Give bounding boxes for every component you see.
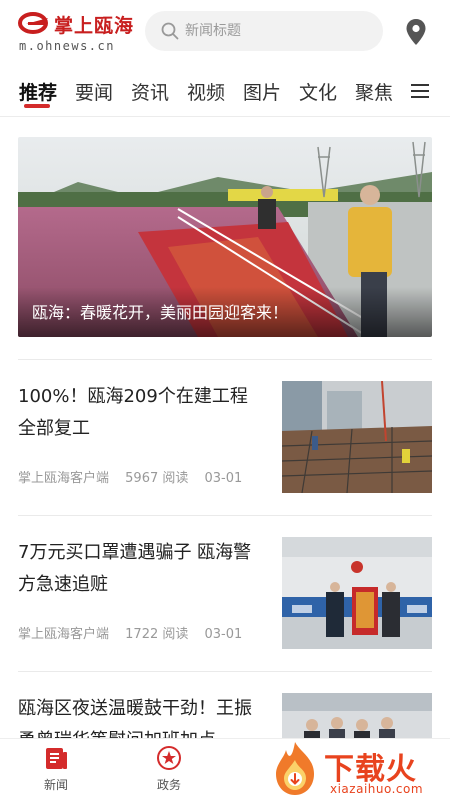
logo-url: m.ohnews.cn — [19, 39, 115, 53]
tab-culture[interactable]: 文化 — [299, 78, 337, 105]
watermark: 下载火 xiazaihuo.com — [268, 740, 450, 800]
flame-logo-icon — [276, 742, 314, 795]
news-meta: 掌上瓯海客户端 1722 阅读 03-01 — [18, 623, 254, 642]
app-logo[interactable]: 掌上瓯海 m.ohnews.cn — [18, 10, 133, 54]
tab-recommend[interactable]: 推荐 — [19, 78, 57, 105]
tab-info[interactable]: 资讯 — [131, 78, 169, 105]
list-divider — [18, 515, 432, 516]
watermark-subtext: xiazaihuo.com — [330, 782, 424, 796]
list-divider — [18, 671, 432, 672]
logo-title: 掌上瓯海 — [54, 15, 135, 37]
search-input[interactable] — [185, 17, 370, 45]
news-thumbnail — [282, 381, 432, 493]
nav-government[interactable]: 政务 — [139, 745, 199, 797]
news-item[interactable]: 7万元买口罩遭遇骗子 瓯海警方急速追赃 掌上瓯海客户端 1722 阅读 03-0… — [18, 537, 432, 649]
news-date: 03-01 — [204, 627, 243, 642]
tab-video[interactable]: 视频 — [187, 78, 225, 105]
nav-news-label: 新闻 — [43, 778, 68, 792]
search-bar[interactable] — [145, 11, 383, 51]
tabs-divider — [0, 116, 450, 117]
list-divider — [18, 359, 432, 360]
nav-news[interactable]: 新闻 — [26, 745, 86, 797]
news-icon — [46, 748, 67, 769]
active-tab-indicator — [24, 104, 50, 108]
news-title: 100%！瓯海209个在建工程全部复工 — [18, 386, 248, 439]
news-reads: 5967 阅读 — [125, 471, 189, 486]
news-title: 7万元买口罩遭遇骗子 瓯海警方急速追赃 — [18, 542, 252, 595]
feature-banner[interactable]: 瓯海：春暖花开，美丽田园迎客来！ — [18, 137, 432, 337]
government-icon — [157, 746, 181, 770]
menu-icon[interactable] — [410, 83, 430, 99]
news-date: 03-01 — [204, 471, 243, 486]
news-source: 掌上瓯海客户端 — [18, 627, 110, 642]
tab-focus[interactable]: 聚焦 — [355, 78, 393, 105]
news-item[interactable]: 100%！瓯海209个在建工程全部复工 掌上瓯海客户端 5967 阅读 03-0… — [18, 381, 432, 493]
search-icon — [161, 22, 179, 40]
nav-government-label: 政务 — [156, 778, 181, 792]
feature-caption: 瓯海：春暖花开，美丽田园迎客来！ — [32, 303, 289, 322]
location-pin-icon[interactable] — [405, 18, 427, 46]
logo-mark-icon — [18, 12, 48, 34]
news-meta: 掌上瓯海客户端 5967 阅读 03-01 — [18, 467, 254, 486]
tab-pictures[interactable]: 图片 — [243, 78, 281, 105]
app-header: 掌上瓯海 m.ohnews.cn — [0, 0, 450, 62]
category-tabs: 推荐 要闻 资讯 视频 图片 文化 聚焦 — [0, 70, 450, 114]
news-reads: 1722 阅读 — [125, 627, 189, 642]
news-source: 掌上瓯海客户端 — [18, 471, 110, 486]
news-thumbnail — [282, 537, 432, 649]
tab-headlines[interactable]: 要闻 — [75, 78, 113, 105]
